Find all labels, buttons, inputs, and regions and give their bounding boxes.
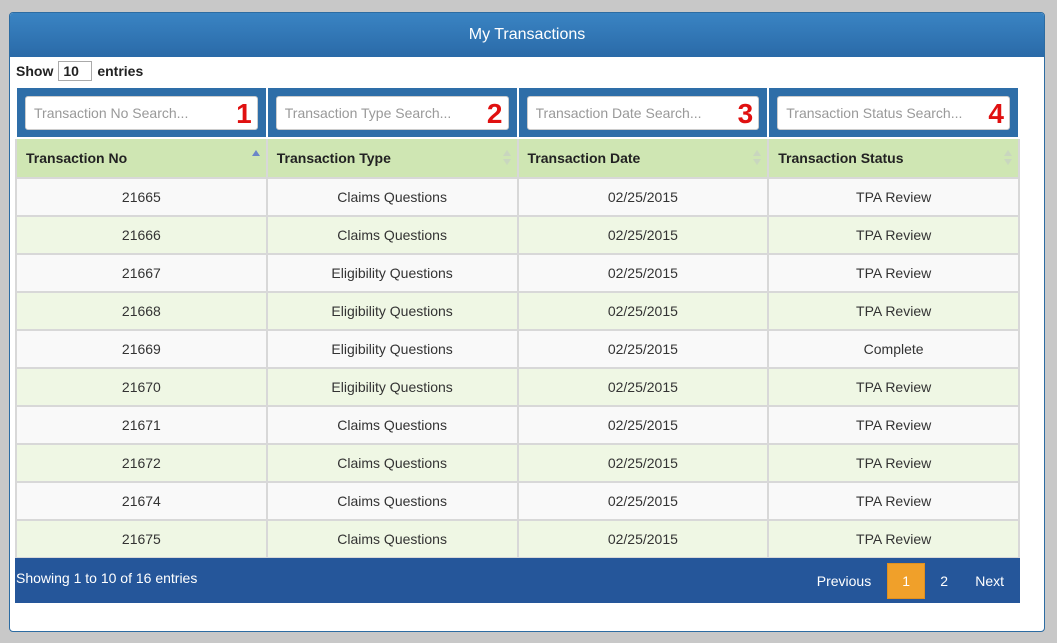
entries-label: entries bbox=[97, 63, 144, 79]
cell-transaction-type: Claims Questions bbox=[265, 177, 519, 217]
cell-transaction-no: 21669 bbox=[15, 329, 268, 369]
cell-transaction-type: Claims Questions bbox=[265, 519, 519, 559]
cell-transaction-no: 21672 bbox=[15, 443, 268, 483]
table-row[interactable]: 21675 Claims Questions 02/25/2015 TPA Re… bbox=[15, 519, 1020, 559]
cell-transaction-date: 02/25/2015 bbox=[516, 253, 770, 293]
cell-transaction-date: 02/25/2015 bbox=[516, 405, 770, 445]
cell-transaction-date: 02/25/2015 bbox=[516, 519, 770, 559]
entries-info-text: Showing 1 to 10 of 16 entries bbox=[16, 569, 198, 586]
table-row[interactable]: 21671 Claims Questions 02/25/2015 TPA Re… bbox=[15, 405, 1020, 445]
pagination: Previous 1 2 Next bbox=[801, 558, 1020, 603]
search-cell-transaction-type: 2 bbox=[265, 86, 519, 139]
transaction-type-search-input[interactable] bbox=[275, 95, 509, 130]
table-row[interactable]: 21670 Eligibility Questions 02/25/2015 T… bbox=[15, 367, 1020, 407]
column-header-label: Transaction Date bbox=[527, 150, 641, 166]
column-header-transaction-type[interactable]: Transaction Type bbox=[265, 137, 519, 179]
column-header-label: Transaction Type bbox=[276, 150, 391, 166]
cell-transaction-no: 21671 bbox=[15, 405, 268, 445]
column-header-transaction-status[interactable]: Transaction Status bbox=[767, 137, 1020, 179]
cell-transaction-no: 21675 bbox=[15, 519, 268, 559]
search-cell-transaction-no: 1 bbox=[15, 86, 268, 139]
cell-transaction-date: 02/25/2015 bbox=[516, 481, 770, 521]
sort-ascending-icon bbox=[251, 150, 260, 166]
sort-both-icon bbox=[1004, 150, 1012, 166]
next-page-button[interactable]: Next bbox=[963, 563, 1016, 599]
cell-transaction-no: 21668 bbox=[15, 291, 268, 331]
transactions-table-wrapper: 1 2 3 4 Transaction No bbox=[15, 86, 1020, 559]
table-footer: Showing 1 to 10 of 16 entries Previous 1… bbox=[15, 558, 1020, 603]
transactions-table: 1 2 3 4 Transaction No bbox=[15, 86, 1020, 559]
cell-transaction-status: TPA Review bbox=[767, 177, 1020, 217]
cell-transaction-status: TPA Review bbox=[767, 215, 1020, 255]
column-search-row: 1 2 3 4 bbox=[15, 86, 1020, 139]
cell-transaction-no: 21666 bbox=[15, 215, 268, 255]
sort-both-icon bbox=[753, 150, 762, 166]
cell-transaction-date: 02/25/2015 bbox=[516, 443, 770, 483]
cell-transaction-status: TPA Review bbox=[767, 291, 1020, 331]
panel-title: My Transactions bbox=[10, 13, 1044, 57]
cell-transaction-date: 02/25/2015 bbox=[516, 177, 770, 217]
cell-transaction-no: 21665 bbox=[15, 177, 268, 217]
cell-transaction-type: Claims Questions bbox=[265, 215, 519, 255]
cell-transaction-status: TPA Review bbox=[767, 405, 1020, 445]
cell-transaction-status: TPA Review bbox=[767, 253, 1020, 293]
transaction-date-search-input[interactable] bbox=[526, 95, 760, 130]
transaction-status-search-input[interactable] bbox=[777, 95, 1010, 130]
cell-transaction-no: 21674 bbox=[15, 481, 268, 521]
cell-transaction-date: 02/25/2015 bbox=[516, 215, 770, 255]
table-row[interactable]: 21666 Claims Questions 02/25/2015 TPA Re… bbox=[15, 215, 1020, 255]
cell-transaction-type: Eligibility Questions bbox=[265, 329, 519, 369]
cell-transaction-type: Claims Questions bbox=[265, 481, 519, 521]
table-row[interactable]: 21674 Claims Questions 02/25/2015 TPA Re… bbox=[15, 481, 1020, 521]
previous-page-button[interactable]: Previous bbox=[801, 563, 887, 599]
cell-transaction-status: TPA Review bbox=[767, 367, 1020, 407]
cell-transaction-no: 21670 bbox=[15, 367, 268, 407]
cell-transaction-status: TPA Review bbox=[767, 481, 1020, 521]
page-2-button[interactable]: 2 bbox=[925, 563, 963, 599]
column-header-label: Transaction No bbox=[26, 150, 128, 166]
cell-transaction-type: Eligibility Questions bbox=[265, 253, 519, 293]
search-cell-transaction-date: 3 bbox=[516, 86, 770, 139]
cell-transaction-date: 02/25/2015 bbox=[516, 329, 770, 369]
search-cell-transaction-status: 4 bbox=[767, 86, 1020, 139]
show-label: Show bbox=[16, 63, 54, 79]
cell-transaction-status: TPA Review bbox=[767, 443, 1020, 483]
transaction-no-search-input[interactable] bbox=[25, 95, 258, 130]
column-header-label: Transaction Status bbox=[778, 150, 904, 166]
table-row[interactable]: 21669 Eligibility Questions 02/25/2015 C… bbox=[15, 329, 1020, 369]
column-header-transaction-date[interactable]: Transaction Date bbox=[516, 137, 770, 179]
cell-transaction-type: Claims Questions bbox=[265, 443, 519, 483]
table-row[interactable]: 21672 Claims Questions 02/25/2015 TPA Re… bbox=[15, 443, 1020, 483]
table-row[interactable]: 21667 Eligibility Questions 02/25/2015 T… bbox=[15, 253, 1020, 293]
entries-count-input[interactable] bbox=[58, 61, 93, 81]
cell-transaction-type: Eligibility Questions bbox=[265, 367, 519, 407]
entries-length-control: Show entries bbox=[16, 60, 143, 82]
cell-transaction-status: Complete bbox=[767, 329, 1020, 369]
cell-transaction-date: 02/25/2015 bbox=[516, 291, 770, 331]
cell-transaction-type: Claims Questions bbox=[265, 405, 519, 445]
page-1-button[interactable]: 1 bbox=[887, 562, 926, 599]
table-body: 21665 Claims Questions 02/25/2015 TPA Re… bbox=[15, 177, 1020, 559]
cell-transaction-no: 21667 bbox=[15, 253, 268, 293]
column-header-row: Transaction No Transaction Type Transact… bbox=[15, 137, 1020, 179]
cell-transaction-status: TPA Review bbox=[767, 519, 1020, 559]
table-row[interactable]: 21668 Eligibility Questions 02/25/2015 T… bbox=[15, 291, 1020, 331]
column-header-transaction-no[interactable]: Transaction No bbox=[15, 137, 268, 179]
cell-transaction-date: 02/25/2015 bbox=[516, 367, 770, 407]
sort-both-icon bbox=[502, 150, 511, 166]
table-row[interactable]: 21665 Claims Questions 02/25/2015 TPA Re… bbox=[15, 177, 1020, 217]
cell-transaction-type: Eligibility Questions bbox=[265, 291, 519, 331]
